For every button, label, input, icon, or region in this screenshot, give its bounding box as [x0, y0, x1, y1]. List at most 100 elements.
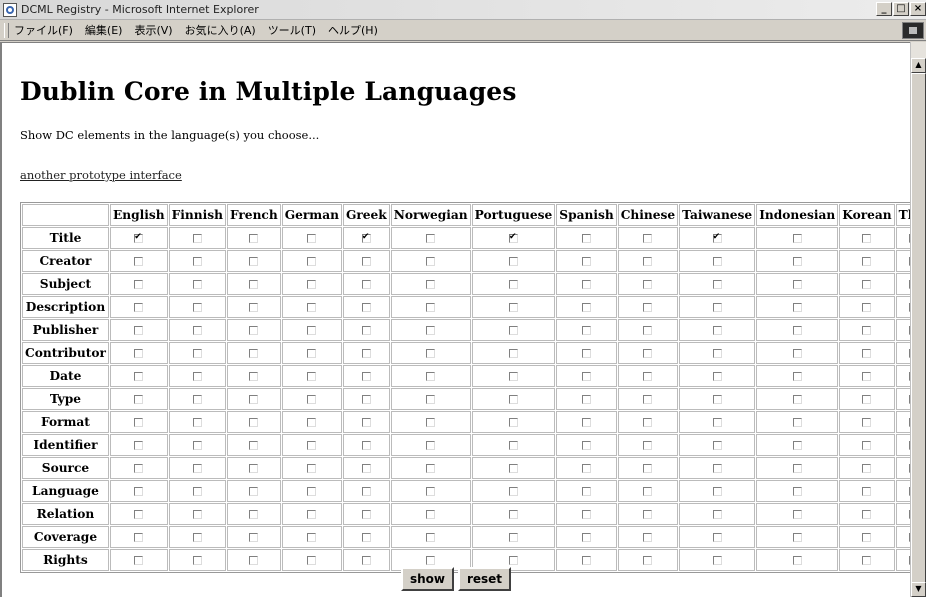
- checkbox-identifier-norwegian[interactable]: [426, 441, 436, 450]
- checkbox-format-chinese[interactable]: [643, 418, 653, 427]
- checkbox-coverage-portuguese[interactable]: [508, 533, 518, 542]
- checkbox-type-german[interactable]: [307, 395, 317, 404]
- checkbox-rights-english[interactable]: [134, 556, 144, 565]
- vertical-scrollbar[interactable]: ▲ ▼: [910, 42, 926, 597]
- checkbox-publisher-german[interactable]: [307, 326, 317, 335]
- checkbox-relation-spanish[interactable]: [581, 510, 591, 519]
- checkbox-coverage-korean[interactable]: [862, 533, 872, 542]
- checkbox-type-portuguese[interactable]: [508, 395, 518, 404]
- checkbox-source-chinese[interactable]: [643, 464, 653, 473]
- checkbox-date-norwegian[interactable]: [426, 372, 436, 381]
- checkbox-rights-greek[interactable]: [361, 556, 371, 565]
- checkbox-date-english[interactable]: [134, 372, 144, 381]
- checkbox-identifier-taiwanese[interactable]: [712, 441, 722, 450]
- checkbox-creator-spanish[interactable]: [581, 257, 591, 266]
- checkbox-identifier-indonesian[interactable]: [792, 441, 802, 450]
- checkbox-description-english[interactable]: [134, 303, 144, 312]
- checkbox-source-indonesian[interactable]: [792, 464, 802, 473]
- checkbox-identifier-greek[interactable]: [361, 441, 371, 450]
- checkbox-identifier-english[interactable]: [134, 441, 144, 450]
- checkbox-language-german[interactable]: [307, 487, 317, 496]
- maximize-button[interactable]: □: [893, 2, 909, 16]
- checkbox-source-english[interactable]: [134, 464, 144, 473]
- checkbox-coverage-norwegian[interactable]: [426, 533, 436, 542]
- checkbox-contributor-english[interactable]: [134, 349, 144, 358]
- checkbox-coverage-french[interactable]: [249, 533, 259, 542]
- checkbox-subject-norwegian[interactable]: [426, 280, 436, 289]
- checkbox-contributor-german[interactable]: [307, 349, 317, 358]
- checkbox-creator-greek[interactable]: [361, 257, 371, 266]
- checkbox-contributor-finnish[interactable]: [192, 349, 202, 358]
- menu-tools[interactable]: ツール(T): [268, 22, 316, 38]
- checkbox-title-korean[interactable]: [862, 234, 872, 243]
- checkbox-subject-french[interactable]: [249, 280, 259, 289]
- checkbox-rights-korean[interactable]: [862, 556, 872, 565]
- checkbox-subject-taiwanese[interactable]: [712, 280, 722, 289]
- reset-button[interactable]: reset: [457, 567, 512, 591]
- menu-edit[interactable]: 編集(E): [85, 22, 123, 38]
- checkbox-format-portuguese[interactable]: [508, 418, 518, 427]
- checkbox-publisher-french[interactable]: [249, 326, 259, 335]
- checkbox-coverage-german[interactable]: [307, 533, 317, 542]
- checkbox-creator-finnish[interactable]: [192, 257, 202, 266]
- checkbox-title-spanish[interactable]: [581, 234, 591, 243]
- checkbox-contributor-korean[interactable]: [862, 349, 872, 358]
- checkbox-coverage-english[interactable]: [134, 533, 144, 542]
- checkbox-subject-english[interactable]: [134, 280, 144, 289]
- checkbox-date-finnish[interactable]: [192, 372, 202, 381]
- checkbox-rights-chinese[interactable]: [643, 556, 653, 565]
- checkbox-language-greek[interactable]: [361, 487, 371, 496]
- checkbox-relation-portuguese[interactable]: [508, 510, 518, 519]
- checkbox-type-greek[interactable]: [361, 395, 371, 404]
- checkbox-format-indonesian[interactable]: [792, 418, 802, 427]
- checkbox-type-taiwanese[interactable]: [712, 395, 722, 404]
- checkbox-relation-greek[interactable]: [361, 510, 371, 519]
- checkbox-type-indonesian[interactable]: [792, 395, 802, 404]
- checkbox-subject-spanish[interactable]: [581, 280, 591, 289]
- checkbox-coverage-indonesian[interactable]: [792, 533, 802, 542]
- checkbox-language-taiwanese[interactable]: [712, 487, 722, 496]
- checkbox-identifier-korean[interactable]: [862, 441, 872, 450]
- checkbox-format-french[interactable]: [249, 418, 259, 427]
- checkbox-creator-english[interactable]: [134, 257, 144, 266]
- checkbox-publisher-finnish[interactable]: [192, 326, 202, 335]
- checkbox-rights-german[interactable]: [307, 556, 317, 565]
- checkbox-rights-taiwanese[interactable]: [712, 556, 722, 565]
- checkbox-identifier-french[interactable]: [249, 441, 259, 450]
- checkbox-date-french[interactable]: [249, 372, 259, 381]
- checkbox-title-german[interactable]: [307, 234, 317, 243]
- checkbox-rights-portuguese[interactable]: [508, 556, 518, 565]
- checkbox-format-spanish[interactable]: [581, 418, 591, 427]
- checkbox-publisher-spanish[interactable]: [581, 326, 591, 335]
- checkbox-description-greek[interactable]: [361, 303, 371, 312]
- checkbox-language-spanish[interactable]: [581, 487, 591, 496]
- checkbox-format-korean[interactable]: [862, 418, 872, 427]
- checkbox-title-english[interactable]: [134, 230, 144, 244]
- checkbox-date-chinese[interactable]: [643, 372, 653, 381]
- checkbox-type-korean[interactable]: [862, 395, 872, 404]
- checkbox-format-taiwanese[interactable]: [712, 418, 722, 427]
- checkbox-relation-chinese[interactable]: [643, 510, 653, 519]
- checkbox-contributor-chinese[interactable]: [643, 349, 653, 358]
- checkbox-format-english[interactable]: [134, 418, 144, 427]
- checkbox-creator-taiwanese[interactable]: [712, 257, 722, 266]
- menu-help[interactable]: ヘルプ(H): [328, 22, 378, 38]
- checkbox-creator-korean[interactable]: [862, 257, 872, 266]
- menu-favorites[interactable]: お気に入り(A): [185, 22, 256, 38]
- checkbox-relation-taiwanese[interactable]: [712, 510, 722, 519]
- checkbox-type-french[interactable]: [249, 395, 259, 404]
- checkbox-subject-korean[interactable]: [862, 280, 872, 289]
- checkbox-rights-french[interactable]: [249, 556, 259, 565]
- checkbox-description-indonesian[interactable]: [792, 303, 802, 312]
- checkbox-language-chinese[interactable]: [643, 487, 653, 496]
- checkbox-date-indonesian[interactable]: [792, 372, 802, 381]
- checkbox-source-finnish[interactable]: [192, 464, 202, 473]
- checkbox-identifier-spanish[interactable]: [581, 441, 591, 450]
- checkbox-language-english[interactable]: [134, 487, 144, 496]
- checkbox-source-norwegian[interactable]: [426, 464, 436, 473]
- checkbox-relation-german[interactable]: [307, 510, 317, 519]
- checkbox-source-taiwanese[interactable]: [712, 464, 722, 473]
- checkbox-language-norwegian[interactable]: [426, 487, 436, 496]
- checkbox-identifier-finnish[interactable]: [192, 441, 202, 450]
- checkbox-identifier-chinese[interactable]: [643, 441, 653, 450]
